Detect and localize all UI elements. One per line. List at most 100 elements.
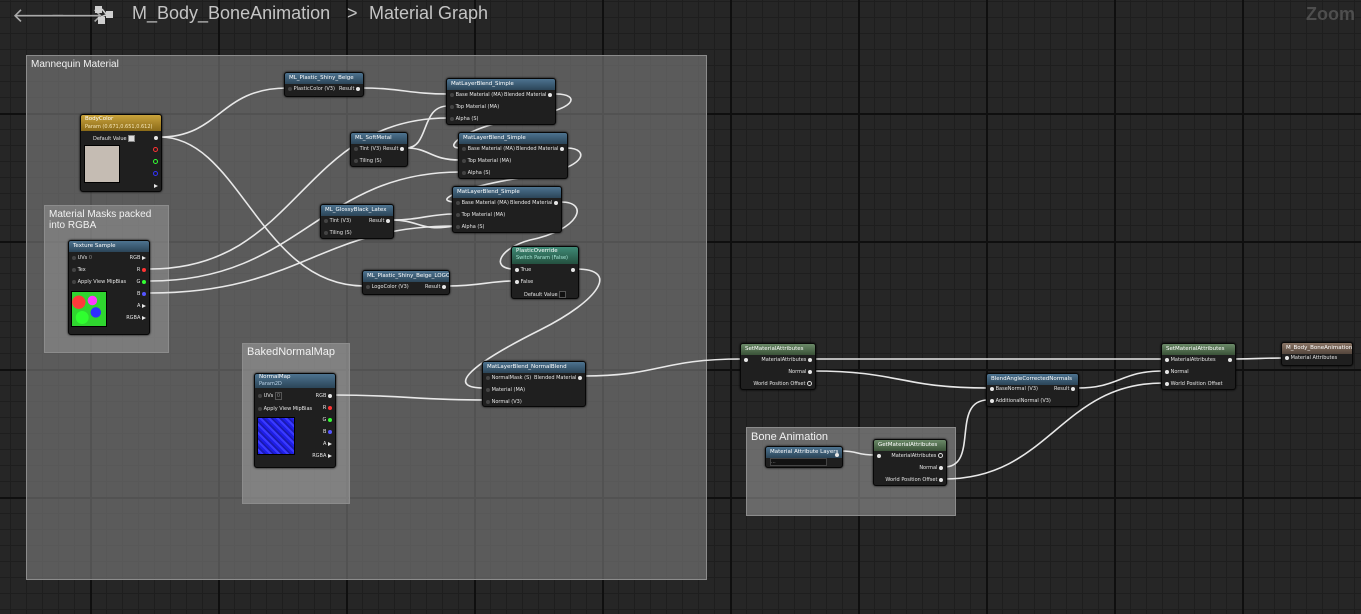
pin-label: Normal — [788, 369, 807, 375]
pin-label: False — [520, 279, 534, 285]
pin-output-result[interactable]: Result — [425, 284, 446, 290]
node-title: SetMaterialAttributes — [1162, 344, 1235, 355]
checkbox-icon[interactable] — [559, 291, 567, 298]
node-mat-layer-blend-3[interactable]: MatLayerBlend_Simple Base Material (MA) … — [452, 186, 562, 233]
pin-output-result[interactable]: Result — [1054, 386, 1075, 392]
uvs-value[interactable]: 0 — [89, 255, 92, 261]
node-subtitle: Param (0.671,0.651,0.612) — [85, 124, 153, 130]
pin-label: Alpha (S) — [455, 116, 479, 122]
pin-output-g[interactable] — [153, 159, 158, 165]
node-set-material-attributes-2[interactable]: SetMaterialAttributes MaterialAttributes… — [1161, 343, 1236, 390]
node-texture-sample[interactable]: Texture Sample UVs 0 Tex Apply View MipB… — [68, 240, 150, 335]
node-normal-map[interactable]: NormalMap Param2D UVs 0 Apply View MipBi… — [254, 373, 336, 468]
pin-output-b[interactable]: B — [323, 429, 332, 435]
pin-label: PlasticColor (V3) — [293, 86, 335, 92]
pin-label: MaterialAttributes — [761, 357, 807, 363]
node-title: Material Attribute Layers — [766, 447, 842, 458]
pin-output-result[interactable]: Result — [383, 146, 404, 152]
pin-output-a[interactable]: A — [137, 303, 146, 309]
node-title: MatLayerBlend_NormalBlend — [483, 362, 585, 373]
node-plastic-override[interactable]: PlasticOverride Switch Param (False) Tru… — [511, 246, 579, 299]
node-title: SetMaterialAttributes — [741, 344, 815, 355]
pin-label: Base Material (MA) — [461, 200, 509, 206]
pin-output-r[interactable] — [153, 147, 158, 153]
node-material-output[interactable]: M_Body_BoneAnimation Material Attributes — [1281, 342, 1353, 366]
layers-value-field[interactable]: ... — [770, 458, 827, 466]
pin-output-g[interactable]: G — [137, 279, 146, 285]
node-blend-angle-corrected-normals[interactable]: BlendAngleCorrectedNormals BaseNormal (V… — [986, 373, 1079, 407]
node-title: MatLayerBlend_Simple — [459, 133, 567, 144]
texture-preview — [257, 417, 295, 455]
pin-output-r[interactable]: R — [137, 267, 146, 273]
node-get-material-attributes[interactable]: GetMaterialAttributes MaterialAttributes… — [873, 439, 947, 486]
node-material-attribute-layers[interactable]: Material Attribute Layers ... — [765, 446, 843, 468]
pin-label: Default Value — [524, 292, 558, 298]
pin-label: Material (MA) — [491, 387, 526, 393]
uvs-value[interactable]: 0 — [274, 392, 283, 400]
pin-output[interactable] — [835, 452, 839, 458]
pin-label: Tiling (S) — [329, 230, 352, 236]
node-glossy-black-latex[interactable]: ML_GlossyBlack_Latex Tint (V3) Tiling (S… — [320, 204, 394, 239]
pin-label: Apply View MipBias — [263, 406, 313, 412]
node-title: MatLayerBlend_Simple — [453, 187, 561, 198]
pin-input[interactable] — [877, 453, 881, 459]
color-swatch[interactable] — [84, 145, 120, 183]
pin-output[interactable] — [1228, 357, 1232, 363]
pin-input-exec[interactable] — [744, 357, 748, 363]
pin-label: NormalMask (S) — [491, 375, 532, 381]
pin-label: Normal — [1170, 369, 1189, 375]
pin-label: Material Attributes — [1290, 355, 1338, 361]
pin-output-result[interactable]: Result — [369, 218, 390, 224]
pin-output-b[interactable]: B — [137, 291, 146, 297]
pin-label: Base Material (MA) — [467, 146, 515, 152]
pin-label: Normal (V3) — [491, 399, 522, 405]
pin-output-rgba[interactable]: RGBA — [312, 453, 332, 459]
node-soft-metal[interactable]: ML_SoftMetal Tint (V3) Tiling (S) Result — [350, 132, 408, 167]
pin-label: World Position Offset — [1170, 381, 1223, 387]
pin-label: World Position Offset — [885, 477, 938, 483]
pin-output-blended[interactable]: Blended Material — [510, 200, 558, 206]
pin-output-blended[interactable]: Blended Material — [534, 375, 582, 381]
node-title: BodyColor — [85, 116, 114, 122]
pin-label: Tint (V3) — [329, 218, 352, 224]
pin-label: UVs — [263, 393, 274, 399]
node-body-color[interactable]: BodyColor Param (0.671,0.651,0.612) Defa… — [80, 114, 162, 192]
node-mat-layer-blend-normal[interactable]: MatLayerBlend_NormalBlend NormalMask (S)… — [482, 361, 586, 407]
pin-label: UVs — [77, 255, 88, 261]
pin-output-blended[interactable]: Blended Material — [516, 146, 564, 152]
pin-output-blended[interactable]: Blended Material — [504, 92, 552, 98]
pin-label: Alpha (S) — [461, 224, 485, 230]
node-title: BlendAngleCorrectedNormals — [987, 374, 1078, 385]
pin-label: World Position Offset — [753, 381, 806, 387]
node-plastic-shiny-beige[interactable]: ML_Plastic_Shiny_Beige PlasticColor (V3)… — [284, 72, 364, 97]
node-set-material-attributes-1[interactable]: SetMaterialAttributes MaterialAttributes… — [740, 343, 816, 390]
node-mat-layer-blend-2[interactable]: MatLayerBlend_Simple Base Material (MA) … — [458, 132, 568, 179]
node-subtitle: Switch Param (False) — [516, 255, 569, 261]
pin-output-r[interactable]: R — [323, 405, 332, 411]
pin-label: AdditionalNormal (V3) — [995, 398, 1051, 404]
node-title: M_Body_BoneAnimation — [1282, 343, 1352, 354]
checkbox-icon[interactable] — [128, 135, 136, 142]
pin-label: Tex — [77, 267, 86, 273]
node-mat-layer-blend-1[interactable]: MatLayerBlend_Simple Base Material (MA) … — [446, 78, 556, 125]
pin-label: MaterialAttributes — [1170, 357, 1216, 363]
pin-output[interactable] — [571, 267, 575, 273]
pin-output-a[interactable]: A — [323, 441, 332, 447]
pin-output-rgb[interactable]: RGB — [130, 255, 146, 261]
pin-output-a[interactable] — [154, 183, 158, 189]
pin-output-rgb[interactable]: RGB — [316, 393, 332, 399]
pin-label: Top Material (MA) — [467, 158, 512, 164]
pin-output-rgb[interactable] — [154, 135, 158, 141]
pin-label: Tint (V3) — [359, 146, 382, 152]
pin-output-b[interactable] — [153, 171, 158, 177]
pin-output-result[interactable]: Result — [339, 86, 360, 92]
texture-preview — [71, 291, 107, 327]
node-subtitle: Param2D — [259, 381, 282, 387]
pin-label: Top Material (MA) — [461, 212, 506, 218]
pin-label: Tiling (S) — [359, 158, 382, 164]
pin-label: Top Material (MA) — [455, 104, 500, 110]
node-plastic-shiny-beige-logo[interactable]: ML_Plastic_Shiny_Beige_LOGO LogoColor (V… — [362, 270, 450, 295]
pin-label: Alpha (S) — [467, 170, 491, 176]
pin-output-rgba[interactable]: RGBA — [126, 315, 146, 321]
pin-output-g[interactable]: G — [323, 417, 332, 423]
